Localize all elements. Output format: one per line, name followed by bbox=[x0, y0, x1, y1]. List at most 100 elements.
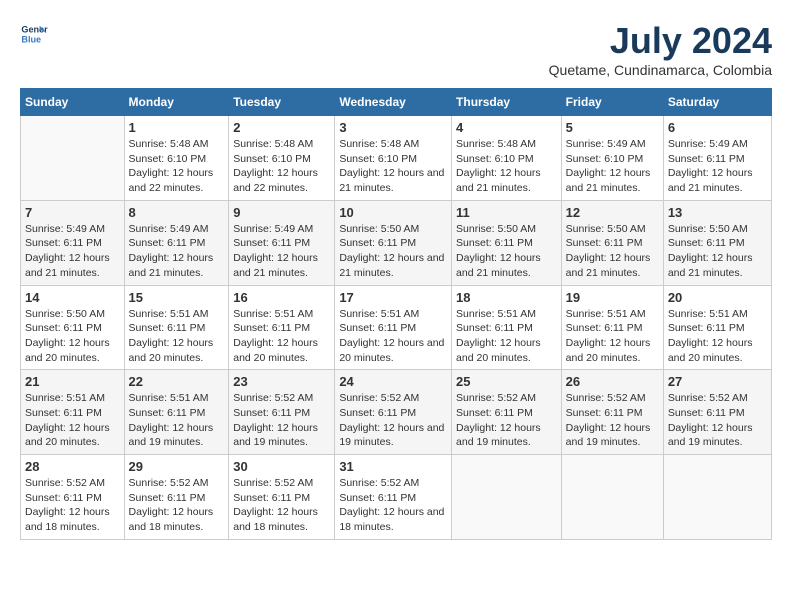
day-info: Sunrise: 5:51 AMSunset: 6:11 PMDaylight:… bbox=[339, 307, 447, 366]
day-info: Sunrise: 5:48 AMSunset: 6:10 PMDaylight:… bbox=[456, 137, 557, 196]
calendar-header-row: SundayMondayTuesdayWednesdayThursdayFrid… bbox=[21, 89, 772, 116]
day-number: 2 bbox=[233, 120, 330, 135]
day-info: Sunrise: 5:50 AMSunset: 6:11 PMDaylight:… bbox=[339, 222, 447, 281]
calendar-cell: 4 Sunrise: 5:48 AMSunset: 6:10 PMDaylight… bbox=[452, 116, 562, 201]
calendar-cell: 6Sunrise: 5:49 AMSunset: 6:11 PMDaylight… bbox=[663, 116, 771, 201]
day-info: Sunrise: 5:50 AMSunset: 6:11 PMDaylight:… bbox=[25, 307, 120, 366]
day-info: Sunrise: 5:52 AMSunset: 6:11 PMDaylight:… bbox=[129, 476, 225, 535]
day-number: 10 bbox=[339, 205, 447, 220]
calendar-table: SundayMondayTuesdayWednesdayThursdayFrid… bbox=[20, 88, 772, 540]
calendar-cell bbox=[561, 455, 663, 540]
calendar-week-row: 7 Sunrise: 5:49 AMSunset: 6:11 PMDaylight… bbox=[21, 200, 772, 285]
day-info: Sunrise: 5:52 AMSunset: 6:11 PMDaylight:… bbox=[233, 391, 330, 450]
day-info: Sunrise: 5:50 AMSunset: 6:11 PMDaylight:… bbox=[668, 222, 767, 281]
day-number: 9 bbox=[233, 205, 330, 220]
day-number: 19 bbox=[566, 290, 659, 305]
day-number: 11 bbox=[456, 205, 557, 220]
calendar-cell: 3 Sunrise: 5:48 AMSunset: 6:10 PMDaylight… bbox=[335, 116, 452, 201]
title-area: July 2024 Quetame, Cundinamarca, Colombi… bbox=[549, 20, 772, 78]
calendar-cell: 25 Sunrise: 5:52 AMSunset: 6:11 PMDayligh… bbox=[452, 370, 562, 455]
page-subtitle: Quetame, Cundinamarca, Colombia bbox=[549, 62, 772, 78]
calendar-cell: 31Sunrise: 5:52 AMSunset: 6:11 PMDayligh… bbox=[335, 455, 452, 540]
calendar-cell: 24 Sunrise: 5:52 AMSunset: 6:11 PMDayligh… bbox=[335, 370, 452, 455]
calendar-cell: 14 Sunrise: 5:50 AMSunset: 6:11 PMDayligh… bbox=[21, 285, 125, 370]
day-number: 30 bbox=[233, 459, 330, 474]
calendar-cell: 12 Sunrise: 5:50 AMSunset: 6:11 PMDayligh… bbox=[561, 200, 663, 285]
day-number: 29 bbox=[129, 459, 225, 474]
day-number: 12 bbox=[566, 205, 659, 220]
day-number: 21 bbox=[25, 374, 120, 389]
day-info: Sunrise: 5:48 AMSunset: 6:10 PMDaylight:… bbox=[233, 137, 330, 196]
calendar-cell: 30 Sunrise: 5:52 AMSunset: 6:11 PMDayligh… bbox=[229, 455, 335, 540]
day-info: Sunrise: 5:51 AMSunset: 6:11 PMDaylight:… bbox=[456, 307, 557, 366]
day-info: Sunrise: 5:50 AMSunset: 6:11 PMDaylight:… bbox=[566, 222, 659, 281]
day-number: 1 bbox=[129, 120, 225, 135]
calendar-cell: 15 Sunrise: 5:51 AMSunset: 6:11 PMDayligh… bbox=[124, 285, 229, 370]
day-number: 22 bbox=[129, 374, 225, 389]
calendar-week-row: 21 Sunrise: 5:51 AMSunset: 6:11 PMDayligh… bbox=[21, 370, 772, 455]
calendar-cell: 26 Sunrise: 5:52 AMSunset: 6:11 PMDayligh… bbox=[561, 370, 663, 455]
day-number: 27 bbox=[668, 374, 767, 389]
calendar-cell: 13 Sunrise: 5:50 AMSunset: 6:11 PMDayligh… bbox=[663, 200, 771, 285]
day-number: 8 bbox=[129, 205, 225, 220]
day-info: Sunrise: 5:48 AMSunset: 6:10 PMDaylight:… bbox=[339, 137, 447, 196]
calendar-cell: 7 Sunrise: 5:49 AMSunset: 6:11 PMDaylight… bbox=[21, 200, 125, 285]
day-info: Sunrise: 5:49 AMSunset: 6:11 PMDaylight:… bbox=[25, 222, 120, 281]
day-number: 14 bbox=[25, 290, 120, 305]
header-monday: Monday bbox=[124, 89, 229, 116]
day-number: 23 bbox=[233, 374, 330, 389]
calendar-week-row: 14 Sunrise: 5:50 AMSunset: 6:11 PMDayligh… bbox=[21, 285, 772, 370]
day-info: Sunrise: 5:49 AMSunset: 6:11 PMDaylight:… bbox=[129, 222, 225, 281]
day-info: Sunrise: 5:52 AMSunset: 6:11 PMDaylight:… bbox=[456, 391, 557, 450]
calendar-cell: 5Sunrise: 5:49 AMSunset: 6:10 PMDaylight… bbox=[561, 116, 663, 201]
logo: General Blue bbox=[20, 20, 48, 48]
day-info: Sunrise: 5:51 AMSunset: 6:11 PMDaylight:… bbox=[129, 391, 225, 450]
calendar-cell: 2 Sunrise: 5:48 AMSunset: 6:10 PMDaylight… bbox=[229, 116, 335, 201]
calendar-cell: 29 Sunrise: 5:52 AMSunset: 6:11 PMDayligh… bbox=[124, 455, 229, 540]
header-friday: Friday bbox=[561, 89, 663, 116]
calendar-week-row: 1 Sunrise: 5:48 AMSunset: 6:10 PMDaylight… bbox=[21, 116, 772, 201]
calendar-cell: 23 Sunrise: 5:52 AMSunset: 6:11 PMDayligh… bbox=[229, 370, 335, 455]
day-info: Sunrise: 5:52 AMSunset: 6:11 PMDaylight:… bbox=[233, 476, 330, 535]
calendar-cell: 9 Sunrise: 5:49 AMSunset: 6:11 PMDaylight… bbox=[229, 200, 335, 285]
day-info: Sunrise: 5:48 AMSunset: 6:10 PMDaylight:… bbox=[129, 137, 225, 196]
calendar-cell: 17 Sunrise: 5:51 AMSunset: 6:11 PMDayligh… bbox=[335, 285, 452, 370]
day-info: Sunrise: 5:52 AMSunset: 6:11 PMDaylight:… bbox=[25, 476, 120, 535]
calendar-cell: 10 Sunrise: 5:50 AMSunset: 6:11 PMDayligh… bbox=[335, 200, 452, 285]
day-info: Sunrise: 5:52 AMSunset: 6:11 PMDaylight:… bbox=[339, 391, 447, 450]
calendar-cell: 19 Sunrise: 5:51 AMSunset: 6:11 PMDayligh… bbox=[561, 285, 663, 370]
day-number: 13 bbox=[668, 205, 767, 220]
header-sunday: Sunday bbox=[21, 89, 125, 116]
calendar-cell bbox=[663, 455, 771, 540]
calendar-cell: 11Sunrise: 5:50 AMSunset: 6:11 PMDayligh… bbox=[452, 200, 562, 285]
day-number: 17 bbox=[339, 290, 447, 305]
day-info: Sunrise: 5:51 AMSunset: 6:11 PMDaylight:… bbox=[129, 307, 225, 366]
header-saturday: Saturday bbox=[663, 89, 771, 116]
day-info: Sunrise: 5:49 AMSunset: 6:11 PMDaylight:… bbox=[233, 222, 330, 281]
calendar-cell: 27Sunrise: 5:52 AMSunset: 6:11 PMDayligh… bbox=[663, 370, 771, 455]
day-number: 4 bbox=[456, 120, 557, 135]
calendar-cell: 18 Sunrise: 5:51 AMSunset: 6:11 PMDayligh… bbox=[452, 285, 562, 370]
svg-text:Blue: Blue bbox=[21, 34, 41, 44]
day-number: 15 bbox=[129, 290, 225, 305]
day-number: 7 bbox=[25, 205, 120, 220]
calendar-cell: 28 Sunrise: 5:52 AMSunset: 6:11 PMDayligh… bbox=[21, 455, 125, 540]
page-title: July 2024 bbox=[549, 20, 772, 62]
calendar-cell: 8 Sunrise: 5:49 AMSunset: 6:11 PMDaylight… bbox=[124, 200, 229, 285]
header-wednesday: Wednesday bbox=[335, 89, 452, 116]
day-number: 28 bbox=[25, 459, 120, 474]
day-info: Sunrise: 5:52 AMSunset: 6:11 PMDaylight:… bbox=[339, 476, 447, 535]
day-number: 3 bbox=[339, 120, 447, 135]
calendar-cell: 22 Sunrise: 5:51 AMSunset: 6:11 PMDayligh… bbox=[124, 370, 229, 455]
day-number: 24 bbox=[339, 374, 447, 389]
day-number: 18 bbox=[456, 290, 557, 305]
day-number: 25 bbox=[456, 374, 557, 389]
calendar-cell: 16 Sunrise: 5:51 AMSunset: 6:11 PMDayligh… bbox=[229, 285, 335, 370]
day-info: Sunrise: 5:52 AMSunset: 6:11 PMDaylight:… bbox=[566, 391, 659, 450]
day-number: 26 bbox=[566, 374, 659, 389]
day-number: 16 bbox=[233, 290, 330, 305]
day-info: Sunrise: 5:51 AMSunset: 6:11 PMDaylight:… bbox=[233, 307, 330, 366]
day-info: Sunrise: 5:51 AMSunset: 6:11 PMDaylight:… bbox=[25, 391, 120, 450]
day-info: Sunrise: 5:51 AMSunset: 6:11 PMDaylight:… bbox=[566, 307, 659, 366]
day-number: 5 bbox=[566, 120, 659, 135]
